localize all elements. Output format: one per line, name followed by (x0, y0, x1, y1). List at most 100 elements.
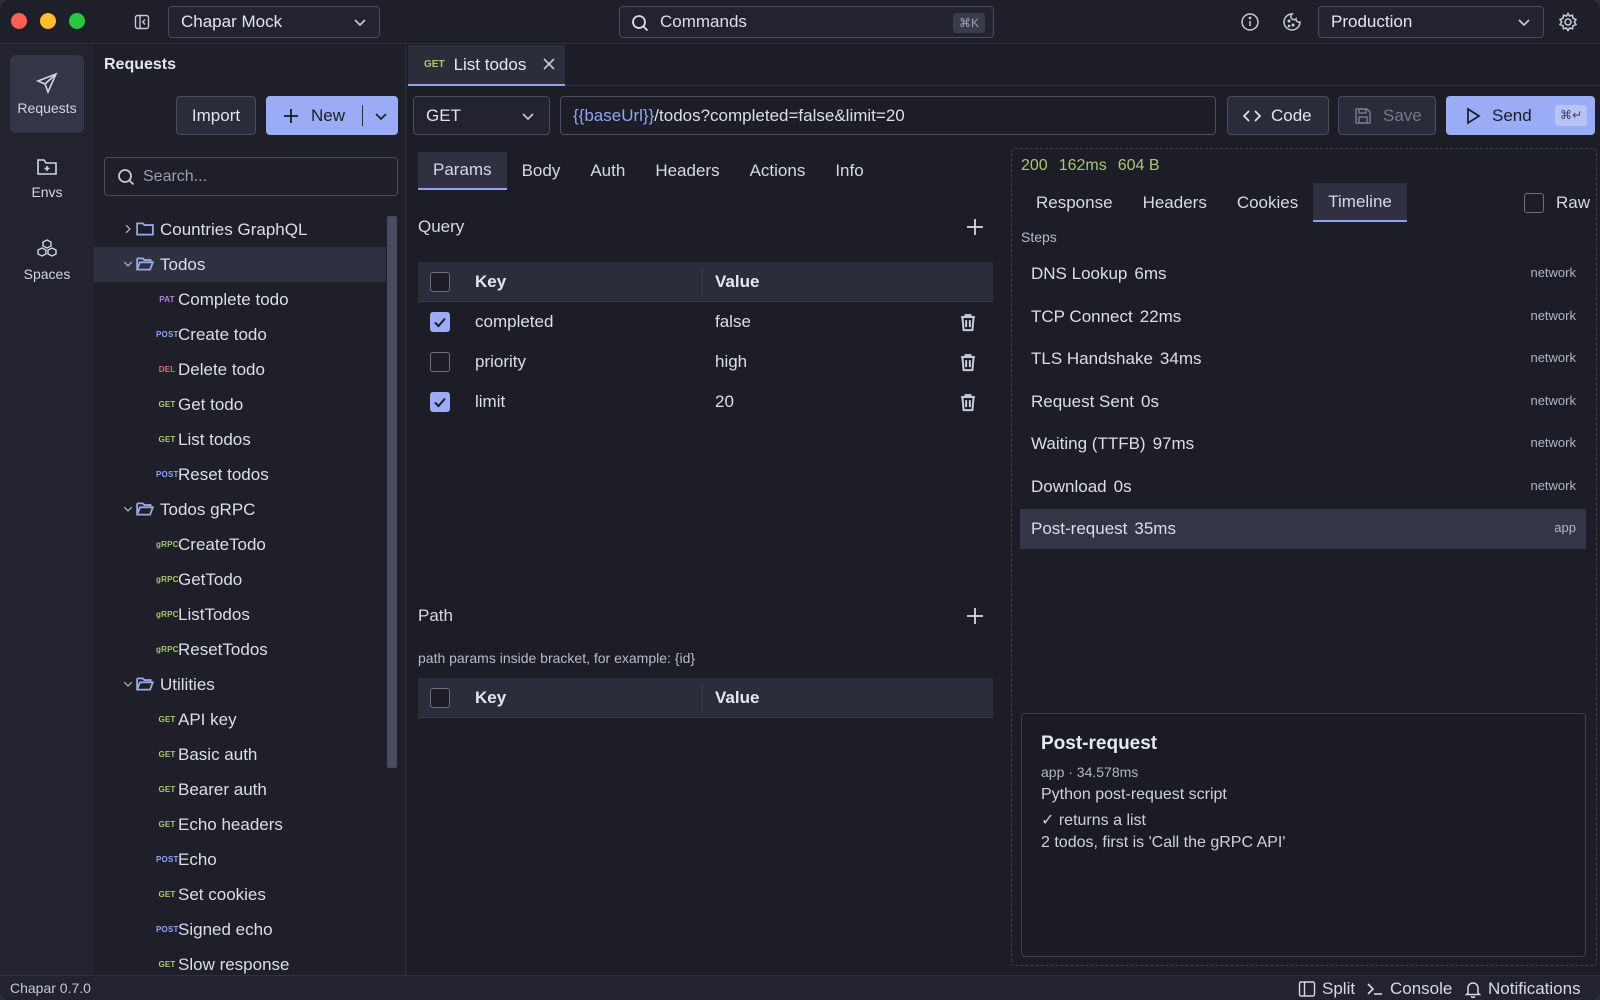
command-palette-button[interactable]: Commands ⌘K (619, 6, 994, 38)
select-all-path-checkbox[interactable] (430, 688, 450, 708)
trash-icon[interactable] (958, 352, 978, 372)
param-key[interactable]: priority (475, 352, 526, 372)
chevron-down-icon[interactable] (122, 503, 134, 515)
tree-request-item[interactable]: POST Reset todos (94, 457, 386, 492)
workspace-select[interactable]: Chapar Mock (168, 6, 380, 38)
environment-select[interactable]: Production (1318, 6, 1544, 38)
tree-request-item[interactable]: POST Create todo (94, 317, 386, 352)
close-window-button[interactable] (11, 13, 27, 29)
tree-request-item[interactable]: GET Basic auth (94, 737, 386, 772)
timeline-step[interactable]: Post-request 35ms app (1020, 509, 1586, 549)
split-button[interactable]: Split (1298, 979, 1355, 999)
timeline-step[interactable]: Download 0s network (1020, 467, 1586, 507)
tree-request-item[interactable]: GET Set cookies (94, 877, 386, 912)
tree-request-item[interactable]: gRPC CreateTodo (94, 527, 386, 562)
chevron-down-icon (1518, 19, 1530, 27)
tab-auth[interactable]: Auth (575, 152, 640, 190)
tab-title: List todos (453, 54, 527, 74)
tree-request-label: Echo (178, 849, 217, 869)
tree-request-item[interactable]: POST Echo (94, 842, 386, 877)
tree-request-item[interactable]: gRPC ListTodos (94, 597, 386, 632)
tab-info[interactable]: Info (820, 152, 878, 190)
cookie-icon[interactable] (1282, 12, 1302, 32)
method-badge: gRPC (156, 610, 179, 619)
query-param-row: completed false (418, 302, 993, 342)
tree-request-label: ListTodos (178, 604, 250, 624)
tree-request-item[interactable]: POST Signed echo (94, 912, 386, 947)
tab-actions[interactable]: Actions (735, 152, 821, 190)
response-tab-headers[interactable]: Headers (1128, 183, 1222, 222)
chevron-down-icon[interactable] (122, 258, 134, 270)
rail-envs[interactable]: Envs (10, 139, 84, 217)
timeline-step[interactable]: TCP Connect 22ms network (1020, 297, 1586, 337)
tab-headers[interactable]: Headers (640, 152, 734, 190)
url-input[interactable]: {{baseUrl}}/todos?completed=false&limit=… (560, 96, 1216, 135)
close-icon[interactable] (542, 57, 556, 71)
response-tabs: Response Headers Cookies Timeline (1021, 183, 1407, 222)
notifications-button[interactable]: Notifications (1464, 979, 1581, 999)
new-button[interactable]: New (266, 96, 398, 135)
maximize-window-button[interactable] (69, 13, 85, 29)
add-path-param-plus-icon[interactable] (966, 607, 984, 625)
trash-icon[interactable] (958, 392, 978, 412)
raw-checkbox[interactable] (1524, 193, 1544, 213)
http-method-select[interactable]: GET (413, 96, 550, 135)
tree-folder[interactable]: Todos gRPC (94, 492, 386, 527)
chevron-down-icon[interactable] (374, 109, 388, 123)
tree-request-item[interactable]: GET List todos (94, 422, 386, 457)
tree-request-item[interactable]: GET API key (94, 702, 386, 737)
check-icon (433, 317, 446, 327)
timeline-step[interactable]: Request Sent 0s network (1020, 382, 1586, 422)
send-button[interactable]: Send ⌘↵ (1446, 96, 1595, 135)
code-button[interactable]: Code (1227, 96, 1329, 135)
param-value[interactable]: high (715, 352, 747, 372)
rail-spaces[interactable]: Spaces (10, 221, 84, 299)
param-enabled-checkbox[interactable] (430, 392, 450, 412)
save-button[interactable]: Save (1338, 96, 1436, 135)
tab-body[interactable]: Body (507, 152, 576, 190)
tree-request-item[interactable]: DEL Delete todo (94, 352, 386, 387)
param-key[interactable]: completed (475, 312, 553, 332)
timeline-step[interactable]: TLS Handshake 34ms network (1020, 339, 1586, 379)
chevron-down-icon[interactable] (122, 678, 134, 690)
param-value[interactable]: 20 (715, 392, 734, 412)
tree-request-item[interactable]: PAT Complete todo (94, 282, 386, 317)
tree-request-label: Delete todo (178, 359, 265, 379)
param-enabled-checkbox[interactable] (430, 312, 450, 332)
timeline-step[interactable]: Waiting (TTFB) 97ms network (1020, 424, 1586, 464)
param-value[interactable]: false (715, 312, 751, 332)
tree-folder[interactable]: Countries GraphQL (94, 212, 386, 247)
tree-request-item[interactable]: GET Slow response (94, 947, 386, 975)
tree-folder[interactable]: Todos (94, 247, 386, 282)
minimize-window-button[interactable] (40, 13, 56, 29)
tree-request-item[interactable]: GET Bearer auth (94, 772, 386, 807)
settings-gear-icon[interactable] (1558, 12, 1578, 32)
add-query-param-plus-icon[interactable] (966, 218, 984, 236)
response-tab-timeline[interactable]: Timeline (1313, 183, 1407, 222)
tree-request-item[interactable]: GET Get todo (94, 387, 386, 422)
import-button[interactable]: Import (176, 96, 256, 135)
timeline-step[interactable]: DNS Lookup 6ms network (1020, 254, 1586, 294)
folder-open-icon (136, 257, 154, 271)
response-tab-response[interactable]: Response (1021, 183, 1128, 222)
info-icon[interactable] (1240, 12, 1260, 32)
response-tab-cookies[interactable]: Cookies (1222, 183, 1313, 222)
explorer-search-input[interactable]: Search... (104, 157, 398, 196)
chevron-right-icon[interactable] (122, 223, 134, 235)
step-duration: 0s (1141, 391, 1159, 411)
select-all-checkbox[interactable] (430, 272, 450, 292)
tree-request-item[interactable]: gRPC GetTodo (94, 562, 386, 597)
tree-request-item[interactable]: gRPC ResetTodos (94, 632, 386, 667)
param-enabled-checkbox[interactable] (430, 352, 450, 372)
raw-toggle[interactable]: Raw (1524, 193, 1590, 213)
rail-requests[interactable]: Requests (10, 55, 84, 133)
tree-request-item[interactable]: GET Echo headers (94, 807, 386, 842)
explorer-scrollbar[interactable] (387, 216, 397, 768)
console-button[interactable]: Console (1366, 979, 1452, 999)
param-key[interactable]: limit (475, 392, 505, 412)
tree-folder[interactable]: Utilities (94, 667, 386, 702)
tab-params[interactable]: Params (418, 152, 507, 190)
tab-list-todos[interactable]: GET List todos (408, 45, 565, 86)
trash-icon[interactable] (958, 312, 978, 332)
sidebar-toggle-icon[interactable] (134, 14, 150, 30)
